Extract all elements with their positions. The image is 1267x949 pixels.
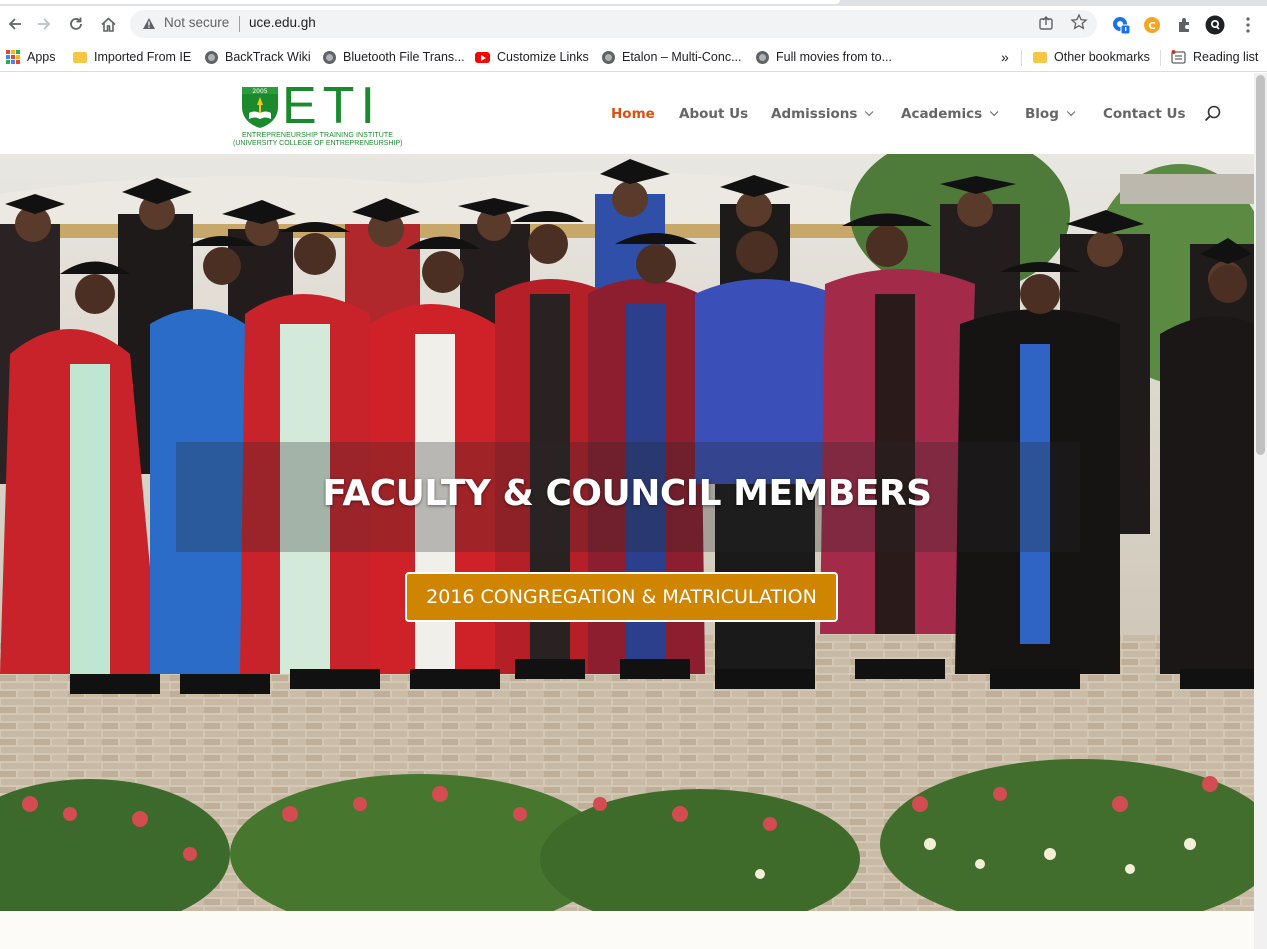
bookmark-full-movies[interactable]: Full movies from to... [756,48,892,66]
scrollbar-thumb[interactable] [1256,75,1265,455]
logo-line-1: ENTREPRENEURSHIP TRAINING INSTITUTE [242,132,394,139]
nav-home-label: Home [611,106,655,122]
page-scrollbar[interactable] [1254,73,1267,949]
congregation-button[interactable]: 2016 CONGREGATION & MATRICULATION [405,572,838,622]
globe-icon [323,50,336,64]
nav-academics[interactable]: Academics [901,106,999,122]
nav-admissions-label: Admissions [771,106,858,122]
overflow-chevron-icon: » [1001,49,1009,65]
nav-academics-label: Academics [901,106,983,122]
address-bar[interactable]: Not secure uce.edu.gh [130,10,1097,38]
back-button[interactable] [0,9,30,39]
bookmarks-bar: Apps Imported From IE BackTrack Wiki Blu… [0,42,1267,72]
bookmark-label: Other bookmarks [1054,50,1150,64]
bookmark-other-bookmarks[interactable]: Other bookmarks [1033,48,1150,66]
bookmark-customize-links[interactable]: Customize Links [475,48,589,66]
globe-icon [205,50,218,64]
back-arrow-icon [8,18,21,30]
site-header: 2005 ETI ENTREPRENEURSHIP TRAINING INSTI… [0,73,1254,154]
bookmark-imported-from-ie[interactable]: Imported From IE [73,48,191,66]
profile-avatar-icon[interactable] [1205,15,1225,35]
omnibox-divider [239,16,240,32]
reading-list-button[interactable]: Reading list [1171,48,1258,66]
svg-text:2005: 2005 [252,88,267,95]
nav-home[interactable]: Home [611,106,655,122]
bookmark-star-icon[interactable] [1070,13,1088,31]
active-tab-edge [0,0,840,4]
nav-about-us[interactable]: About Us [679,106,748,122]
globe-icon [756,50,769,64]
search-icon[interactable] [1204,105,1222,123]
apps-grid-icon [6,50,20,64]
bookmarks-overflow-button[interactable]: » [1001,48,1009,66]
bookmark-label: BackTrack Wiki [225,50,311,64]
extension-translate-icon[interactable] [1111,15,1131,35]
home-icon [100,16,116,32]
folder-icon [1033,51,1047,63]
bookmark-etalon[interactable]: Etalon – Multi-Conc... [602,48,742,66]
hero-title: FACULTY & COUNCIL MEMBERS [322,473,932,514]
bookmarks-divider [1160,50,1161,66]
browser-menu-icon[interactable] [1238,15,1258,35]
bookmark-bluetooth[interactable]: Bluetooth File Trans... [323,48,465,66]
nav-blog-label: Blog [1025,106,1059,122]
bookmark-label: Etalon – Multi-Conc... [622,50,742,64]
youtube-icon [475,51,490,63]
bookmark-label: Customize Links [497,50,589,64]
chevron-down-icon [865,107,874,117]
bookmark-label: Bluetooth File Trans... [343,50,465,64]
bookmark-backtrack-wiki[interactable]: BackTrack Wiki [205,48,311,66]
nav-blog[interactable]: Blog [1025,106,1076,122]
nav-admissions[interactable]: Admissions [771,106,874,122]
chevron-down-icon [1066,107,1076,117]
security-label[interactable]: Not secure [164,15,229,30]
logo-line-2: (UNIVERSITY COLLEGE OF ENTREPRENEURSHIP) [233,140,403,147]
chevron-down-icon [990,107,999,117]
warning-triangle-icon[interactable] [142,17,156,30]
home-button[interactable] [93,9,123,39]
reading-list-label: Reading list [1193,50,1259,64]
reload-icon [70,17,82,30]
logo-letters: ETI [282,77,381,135]
browser-toolbar: Not secure uce.edu.gh C [0,6,1267,42]
bookmarks-divider [1021,50,1022,66]
nav-about-label: About Us [679,106,749,122]
bookmark-label: Imported From IE [94,50,192,64]
url-text[interactable]: uce.edu.gh [249,15,316,30]
bookmark-label: Apps [27,50,56,64]
extension-coupon-icon[interactable]: C [1142,15,1162,35]
share-icon[interactable] [1038,15,1054,31]
nav-contact-us[interactable]: Contact Us [1103,106,1186,122]
folder-icon [73,51,87,63]
reload-button[interactable] [61,9,91,39]
page-content-start [0,911,1254,949]
bookmark-apps[interactable]: Apps [6,48,56,66]
extensions-puzzle-icon[interactable] [1174,15,1194,35]
globe-icon [602,50,615,64]
nav-contact-label: Contact Us [1103,106,1186,122]
bookmark-label: Full movies from to... [776,50,892,64]
forward-button[interactable] [29,9,59,39]
svg-text:C: C [1148,21,1155,32]
crest-icon: 2005 [242,87,278,128]
reading-list-icon [1171,50,1186,64]
hero-slider: FACULTY & COUNCIL MEMBERS 2016 CONGREGAT… [0,154,1254,911]
forward-arrow-icon [38,18,51,30]
eti-logo[interactable]: 2005 ETI ENTREPRENEURSHIP TRAINING INSTI… [233,79,402,149]
